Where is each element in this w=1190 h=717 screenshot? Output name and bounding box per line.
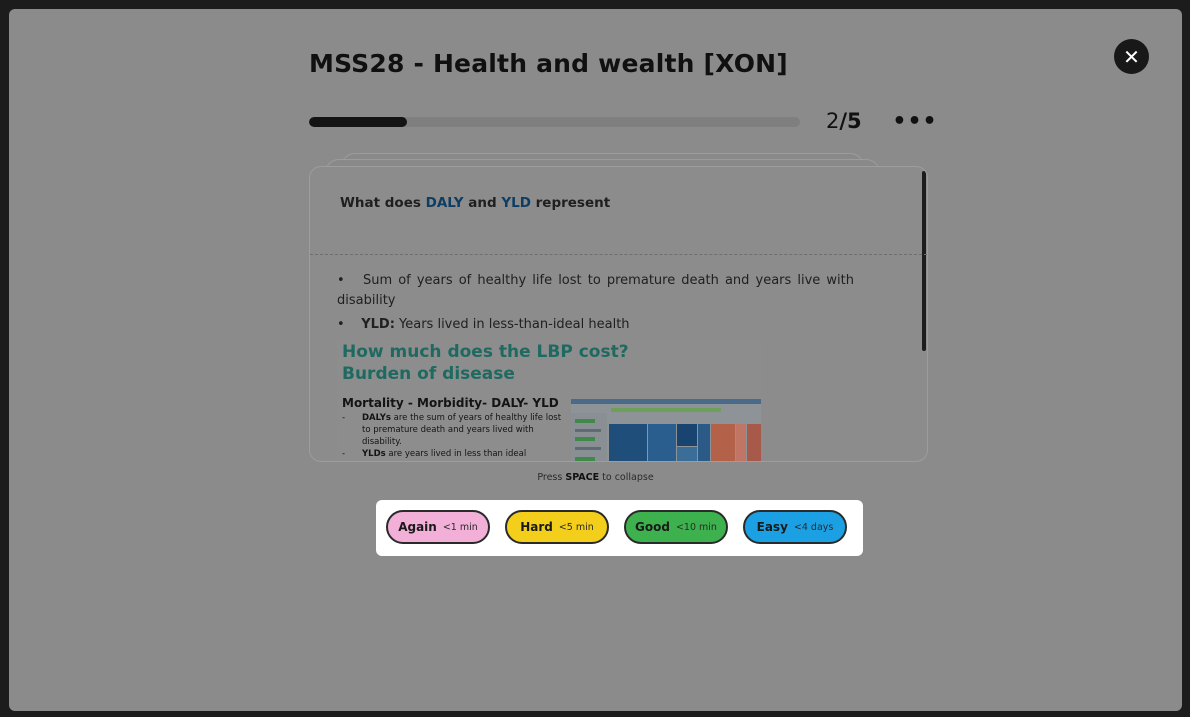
good-interval: <10 min	[675, 521, 717, 533]
slide-item-term: DALYs	[362, 413, 391, 423]
slide-list-item: - YLDs are years lived in less than idea…	[342, 449, 527, 459]
card-question: What does DALY and YLD represent	[340, 195, 610, 211]
slide-subheading: Mortality - Morbidity- DALY- YLD	[342, 396, 559, 410]
slide-heading: How much does the LBP cost? Burden of di…	[342, 341, 629, 385]
card-scrollbar[interactable]	[922, 171, 926, 351]
again-label: Again	[398, 520, 437, 534]
hint-pre: Press	[537, 472, 563, 483]
hint-key: SPACE	[565, 472, 600, 483]
slide-list: - DALYs are the sum of years of healthy …	[342, 412, 562, 460]
card-counter: 2/5	[826, 109, 862, 133]
progress-bar	[309, 117, 800, 127]
current-card-number: 2	[826, 109, 840, 133]
easy-interval: <4 days	[793, 521, 834, 533]
slide-item-term: YLDs	[362, 449, 386, 459]
treemap-thumbnail-graphic	[571, 399, 761, 461]
answer-slide-image: How much does the LBP cost? Burden of di…	[337, 340, 761, 461]
more-horizontal-icon: •••	[892, 108, 938, 134]
easy-button[interactable]: Easy <4 days	[743, 510, 847, 544]
answer-bullet-2-term: YLD:	[361, 317, 395, 332]
answer-bullet-2-text: Years lived in less-than-ideal health	[399, 317, 630, 332]
slide-list-item: - DALYs are the sum of years of healthy …	[342, 413, 562, 447]
close-icon: ✕	[1123, 44, 1140, 69]
progress-fill	[309, 117, 408, 127]
question-term-yld: YLD	[501, 195, 531, 211]
question-answer-divider	[310, 254, 927, 255]
more-options-button[interactable]: •••	[892, 109, 936, 134]
answer-bullet-1-text: Sum of years of healthy life lost to pre…	[337, 273, 854, 308]
counter-separator: /	[839, 109, 848, 133]
hard-button[interactable]: Hard <5 min	[505, 510, 609, 544]
slide-screenshot-thumbnail	[571, 399, 761, 461]
collapse-hint: Press SPACE to collapse	[9, 472, 1182, 483]
slide-heading-line-2: Burden of disease	[342, 364, 515, 384]
easy-label: Easy	[756, 520, 788, 534]
question-text-pre: What does	[340, 195, 421, 211]
again-interval: <1 min	[442, 521, 478, 533]
good-label: Good	[635, 520, 670, 534]
hard-interval: <5 min	[558, 521, 594, 533]
question-text-mid: and	[468, 195, 497, 211]
answer-bullet-1: • Sum of years of healthy life lost to p…	[337, 273, 854, 308]
answer-bullet-2: • YLD: Years lived in less-than-ideal he…	[337, 317, 630, 332]
again-button[interactable]: Again <1 min	[386, 510, 490, 544]
good-button[interactable]: Good <10 min	[624, 510, 728, 544]
review-modal: MSS28 - Health and wealth [XON] ✕ 2/5 ••…	[9, 9, 1182, 711]
hint-post: to collapse	[602, 472, 654, 483]
flashcard[interactable]: What does DALY and YLD represent • Sum o…	[309, 166, 928, 462]
grading-panel: Again <1 min Hard <5 min Good <10 min Ea…	[376, 500, 863, 556]
deck-title: MSS28 - Health and wealth [XON]	[309, 49, 788, 78]
hard-label: Hard	[520, 520, 553, 534]
close-button[interactable]: ✕	[1114, 39, 1149, 74]
question-term-daly: DALY	[425, 195, 464, 211]
slide-item-text: are the sum of years of healthy life los…	[362, 413, 562, 447]
total-card-number: 5	[847, 109, 862, 133]
slide-heading-line-1: How much does the LBP cost?	[342, 342, 629, 362]
slide-item-text: are years lived in less than ideal	[388, 449, 527, 459]
question-text-post: represent	[535, 195, 611, 211]
